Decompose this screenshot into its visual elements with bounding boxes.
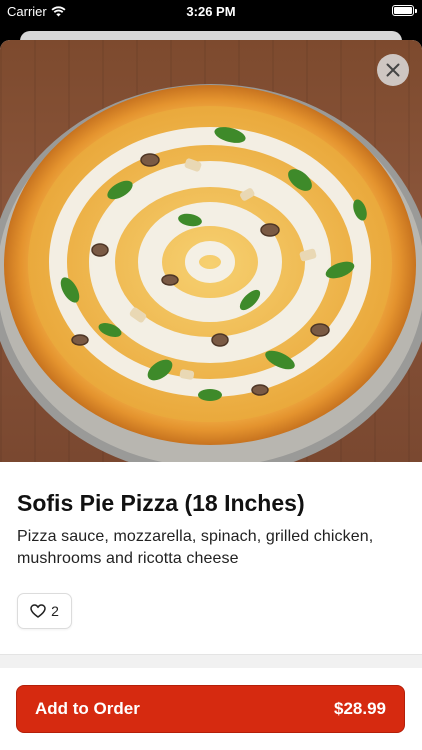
- close-icon: [386, 63, 400, 77]
- item-title: Sofis Pie Pizza (18 Inches): [17, 490, 305, 516]
- close-button[interactable]: [377, 54, 409, 86]
- status-bar: Carrier 3:26 PM: [0, 0, 422, 22]
- add-to-order-label: Add to Order: [35, 699, 140, 718]
- item-detail-sheet: Sofis Pie Pizza (18 Inches) Pizza sauce,…: [0, 40, 422, 750]
- add-to-order-button[interactable]: Add to Order $28.99: [16, 685, 405, 733]
- status-time: 3:26 PM: [186, 4, 236, 19]
- pizza-illustration: [0, 84, 422, 462]
- pizza-photo: [0, 40, 422, 462]
- heart-icon: [30, 604, 46, 618]
- battery-icon: [392, 5, 417, 16]
- section-divider: [0, 654, 422, 668]
- item-description: Pizza sauce, mozzarella, spinach, grille…: [17, 528, 374, 567]
- screen: Carrier 3:26 PM Sofis Pie Pizza (18 Inch…: [0, 0, 422, 750]
- item-price: $28.99: [334, 699, 386, 718]
- like-button[interactable]: 2: [17, 593, 72, 629]
- like-count: 2: [51, 603, 59, 619]
- item-info: Sofis Pie Pizza (18 Inches) Pizza sauce,…: [0, 462, 422, 570]
